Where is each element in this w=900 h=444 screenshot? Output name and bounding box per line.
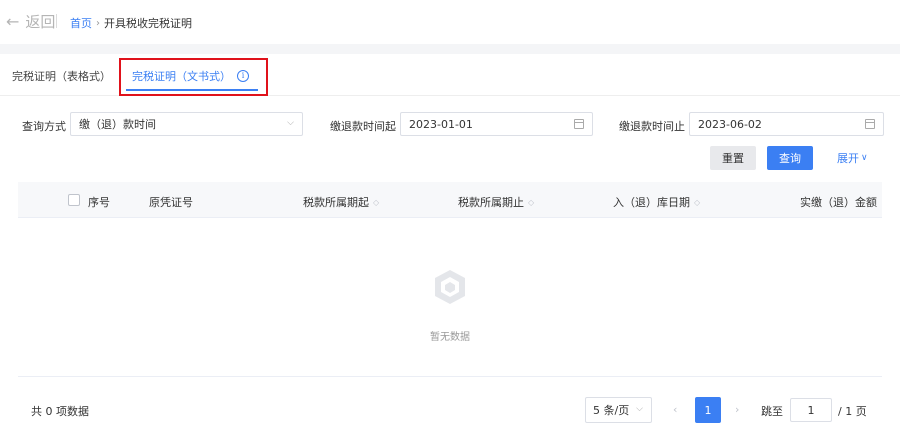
- total-count: 共 0 项数据: [31, 405, 89, 418]
- highlight-box: [119, 58, 268, 96]
- column-header-period-end[interactable]: 税款所属期止 ◇: [458, 194, 534, 210]
- start-time-label: 缴退款时间起: [330, 120, 396, 133]
- column-header-storage-date[interactable]: 入（退）库日期 ◇: [613, 194, 700, 210]
- prev-page-button[interactable]: ‹: [673, 403, 677, 416]
- calendar-icon: [574, 119, 584, 129]
- divider: [56, 14, 57, 28]
- arrow-left-icon: ←: [6, 11, 20, 31]
- page-size-select[interactable]: 5 条/页 ⌵: [585, 397, 652, 423]
- start-date-picker[interactable]: [400, 112, 593, 136]
- end-date-picker[interactable]: [689, 112, 884, 136]
- breadcrumb-current: 开具税收完税证明: [104, 17, 192, 30]
- chevron-right-icon: ›: [96, 17, 100, 29]
- query-method-select[interactable]: 缴（退）款时间 ⌵: [70, 112, 303, 136]
- chevron-down-icon: ⌵: [287, 118, 294, 128]
- page-button-current[interactable]: 1: [695, 397, 721, 423]
- jump-label: 跳至: [761, 405, 783, 418]
- sort-icon: ◇: [373, 197, 380, 207]
- expand-label: 展开: [837, 152, 859, 165]
- start-date-input[interactable]: [409, 117, 529, 131]
- next-page-button[interactable]: ›: [735, 403, 739, 416]
- top-bar: ← 返回 首页 › 开具税收完税证明: [0, 0, 900, 44]
- section-gap: [0, 44, 900, 54]
- column-header-voucher: 原凭证号: [149, 196, 193, 209]
- page-size-value: 5 条/页: [593, 404, 630, 417]
- end-time-label: 缴退款时间止: [619, 120, 685, 133]
- empty-state: 暂无数据: [0, 218, 900, 376]
- tab-label: 完税证明（表格式）: [12, 70, 111, 83]
- table-divider: [18, 376, 882, 377]
- query-method-label: 查询方式: [22, 120, 66, 133]
- table-header: 序号 原凭证号 税款所属期起 ◇ 税款所属期止 ◇ 入（退）库日期 ◇ 实缴（退…: [18, 182, 882, 218]
- sort-icon: ◇: [694, 197, 701, 207]
- tab-table-format[interactable]: 完税证明（表格式）: [12, 68, 111, 84]
- jump-page-input[interactable]: [790, 398, 832, 422]
- sort-icon: ◇: [528, 197, 535, 207]
- back-button[interactable]: ← 返回: [6, 11, 55, 32]
- chevron-down-icon: ⌵: [636, 404, 643, 414]
- end-date-input[interactable]: [698, 117, 818, 131]
- calendar-icon: [865, 119, 875, 129]
- column-header-period-start[interactable]: 税款所属期起 ◇: [303, 194, 379, 210]
- expand-toggle[interactable]: 展开 ∨: [837, 150, 868, 166]
- reset-button[interactable]: 重置: [710, 146, 756, 170]
- query-button[interactable]: 查询: [767, 146, 813, 170]
- column-header-index: 序号: [88, 196, 110, 209]
- empty-text: 暂无数据: [430, 332, 470, 343]
- back-label: 返回: [25, 13, 56, 31]
- empty-box-icon: [435, 270, 465, 304]
- select-all-checkbox[interactable]: [68, 194, 80, 206]
- query-method-value: 缴（退）款时间: [79, 118, 156, 131]
- chevron-down-icon: ∨: [861, 153, 868, 163]
- breadcrumb-home[interactable]: 首页: [70, 15, 92, 31]
- total-pages: / 1 页: [838, 405, 867, 418]
- breadcrumb: 首页 › 开具税收完税证明: [70, 15, 192, 31]
- column-header-amount: 实缴（退）金额: [800, 196, 877, 209]
